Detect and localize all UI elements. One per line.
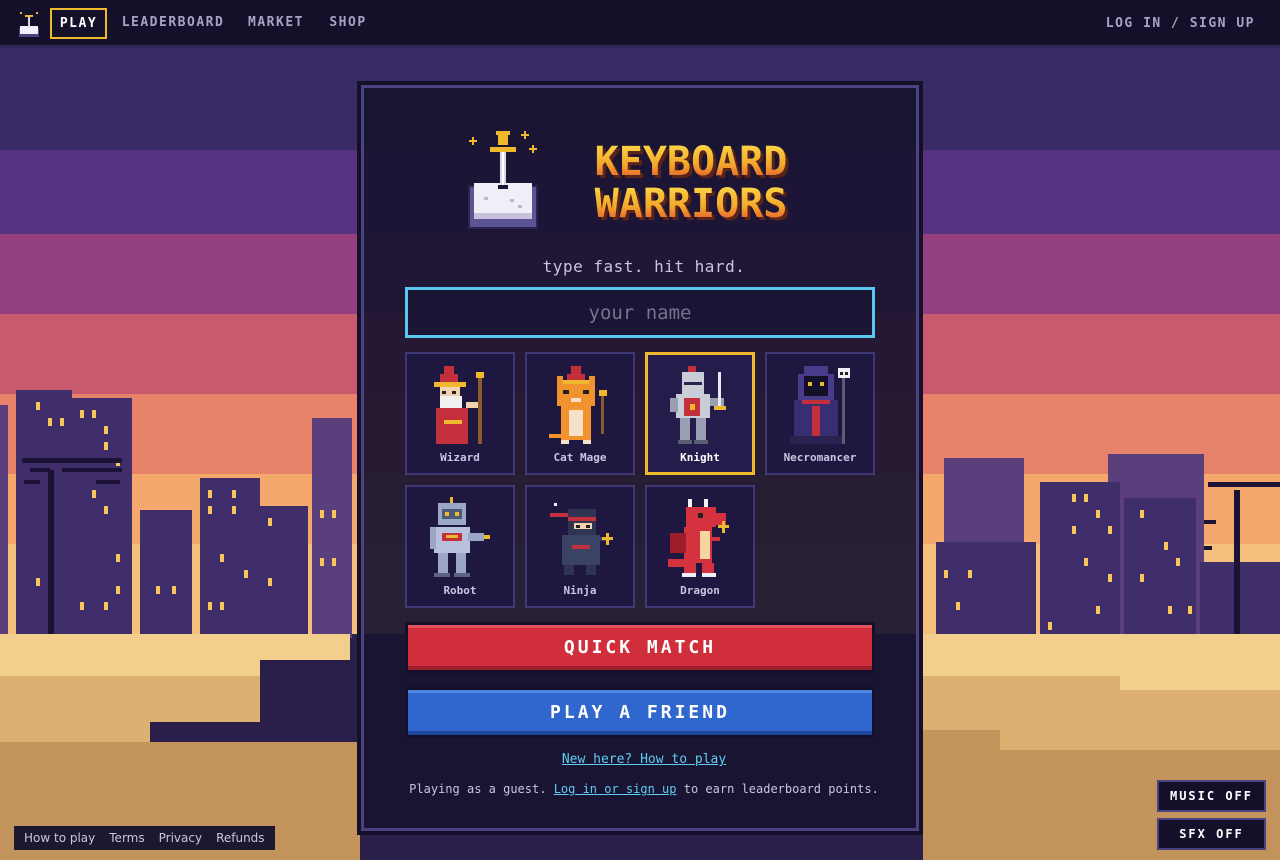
- character-label: Dragon: [680, 584, 720, 597]
- footer-how-to-play[interactable]: How to play: [24, 831, 95, 845]
- nav-shop[interactable]: SHOP: [324, 8, 372, 39]
- dragon-icon: [668, 499, 729, 577]
- character-card-ninja[interactable]: Ninja: [525, 485, 635, 608]
- footer-privacy[interactable]: Privacy: [159, 831, 202, 845]
- play-a-friend-button[interactable]: PLAY A FRIEND: [405, 687, 875, 738]
- necromancer-icon: [790, 366, 850, 444]
- character-label: Cat Mage: [553, 451, 607, 464]
- character-card-dragon[interactable]: Dragon: [645, 485, 755, 608]
- login-signup-link[interactable]: LOG IN / SIGN UP: [1106, 8, 1255, 39]
- login-signup-inline-link[interactable]: Log in or sign up: [554, 782, 677, 796]
- nav-leaderboard[interactable]: LEADERBOARD: [118, 8, 228, 39]
- nav-market[interactable]: MARKET: [243, 8, 309, 39]
- character-card-cat-mage[interactable]: Cat Mage: [525, 352, 635, 475]
- how-to-play-link[interactable]: New here? How to play: [361, 752, 927, 767]
- character-card-wizard[interactable]: Wizard: [405, 352, 515, 475]
- quick-match-button[interactable]: QUICK MATCH: [405, 622, 875, 673]
- character-label: Necromancer: [783, 451, 857, 464]
- tagline: type fast. hit hard.: [542, 257, 746, 276]
- wizard-icon: [434, 366, 484, 444]
- footer-refunds[interactable]: Refunds: [216, 831, 265, 845]
- guest-prefix: Playing as a guest.: [409, 782, 547, 796]
- game-title: KEYBOARD KEYBOARD WARRIORS WARRIORS: [595, 139, 791, 225]
- character-card-robot[interactable]: Robot: [405, 485, 515, 608]
- name-input[interactable]: [405, 287, 875, 338]
- nav-play[interactable]: PLAY: [50, 8, 107, 39]
- cat-mage-icon: [549, 366, 607, 444]
- main-panel: KEYBOARD KEYBOARD WARRIORS WARRIORS type…: [357, 81, 923, 835]
- character-card-necromancer[interactable]: Necromancer: [765, 352, 875, 475]
- sfx-toggle-button[interactable]: SFX OFF: [1157, 818, 1266, 850]
- music-toggle-button[interactable]: MUSIC OFF: [1157, 780, 1266, 812]
- knight-icon: [670, 366, 726, 444]
- title-line2: WARRIORS: [595, 181, 788, 225]
- footer-links: How to play Terms Privacy Refunds: [14, 826, 275, 850]
- character-label: Ninja: [563, 584, 597, 597]
- title-line1: KEYBOARD: [595, 139, 788, 185]
- character-label: Knight: [680, 451, 720, 464]
- robot-icon: [430, 497, 490, 577]
- guest-notice: Playing as a guest. Log in or sign up to…: [361, 782, 927, 796]
- character-label: Wizard: [440, 451, 480, 464]
- footer-terms[interactable]: Terms: [109, 831, 144, 845]
- top-nav: PLAY LEADERBOARD MARKET SHOP LOG IN / SI…: [0, 0, 1280, 48]
- sword-keyboard-logo-icon[interactable]: [16, 10, 42, 38]
- ninja-icon: [550, 503, 613, 575]
- sword-in-keyboard-icon: [468, 131, 538, 229]
- character-card-knight[interactable]: Knight: [645, 352, 755, 475]
- character-label: Robot: [443, 584, 477, 597]
- guest-suffix: to earn leaderboard points.: [683, 782, 879, 796]
